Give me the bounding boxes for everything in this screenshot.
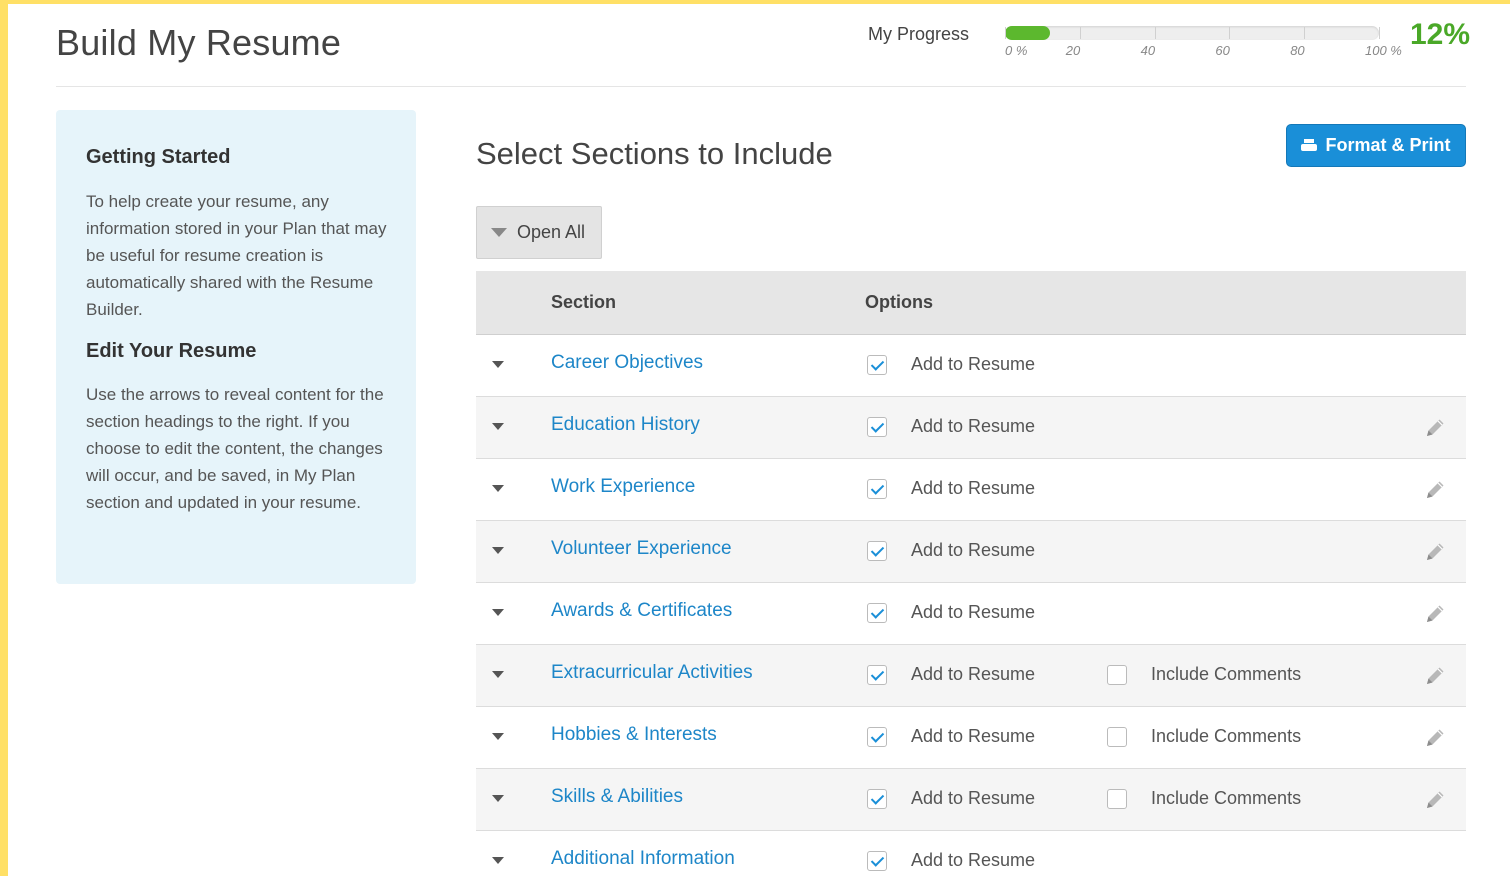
column-header-section: Section [551,292,617,312]
table-row: Education History Add to Resume [476,397,1466,459]
section-link[interactable]: Volunteer Experience [551,538,732,560]
table-header: Section Options [476,271,1466,335]
expand-caret-icon[interactable] [492,671,504,678]
add-to-resume-label: Add to Resume [911,540,1036,560]
section-link[interactable]: Education History [551,414,700,436]
format-print-label: Format & Print [1325,135,1451,155]
sections-table: Section Options Career Objectives Add to … [476,271,1466,876]
printer-icon [1301,138,1318,153]
progress-tick-label: 20 [1065,43,1081,58]
progress-tick-mark [1379,27,1380,39]
progress-tick-mark [1229,27,1231,39]
section-link[interactable]: Work Experience [551,476,695,498]
include-comments-label: Include Comments [1151,726,1302,746]
table-row: Career Objectives Add to Resume [476,335,1466,397]
table-row: Hobbies & Interests Add to Resume Include … [476,707,1466,769]
add-to-resume-checkbox[interactable] [867,603,887,623]
table-row: Extracurricular Activities Add to Resume I… [476,645,1466,707]
add-to-resume-label: Add to Resume [911,416,1036,436]
section-link[interactable]: Skills & Abilities [551,786,683,808]
add-to-resume-label: Add to Resume [911,664,1036,684]
expand-caret-icon[interactable] [492,733,504,740]
section-link[interactable]: Career Objectives [551,352,703,374]
page-title: Build My Resume [56,22,342,63]
table-row: Awards & Certificates Add to Resume [476,583,1466,645]
getting-started-heading: Getting Started [86,146,231,168]
pencil-icon[interactable] [1423,416,1447,440]
table-row: Additional Information Add to Resume [476,831,1466,876]
section-title: Select Sections to Include [476,136,833,171]
add-to-resume-checkbox[interactable] [867,851,887,871]
table-row: Skills & Abilities Add to Resume Include C… [476,769,1466,831]
add-to-resume-checkbox[interactable] [867,665,887,685]
section-link[interactable]: Extracurricular Activities [551,662,753,684]
progress-bar [1005,26,1379,40]
add-to-resume-label: Add to Resume [911,602,1036,622]
table-body: Career Objectives Add to Resume Education … [476,335,1466,876]
expand-caret-icon[interactable] [492,857,504,864]
column-header-options: Options [865,292,933,312]
progress-tick-label: 60 [1215,43,1230,58]
section-link[interactable]: Additional Information [551,848,735,870]
progress-label: My Progress [868,24,970,44]
add-to-resume-label: Add to Resume [911,850,1036,870]
expand-caret-icon[interactable] [492,361,504,368]
pencil-icon[interactable] [1423,664,1447,688]
section-link[interactable]: Hobbies & Interests [551,724,717,746]
progress-tick-mark [1005,27,1006,39]
add-to-resume-checkbox[interactable] [867,789,887,809]
expand-caret-icon[interactable] [492,609,504,616]
include-comments-checkbox[interactable] [1107,665,1127,685]
add-to-resume-label: Add to Resume [911,788,1036,808]
getting-started-text: To help create your resume, any informat… [86,192,387,319]
pencil-icon[interactable] [1423,540,1447,564]
include-comments-label: Include Comments [1151,664,1302,684]
expand-caret-icon[interactable] [492,795,504,802]
open-all-button[interactable]: Open All [476,206,602,259]
progress-tick-mark [1154,27,1156,39]
expand-caret-icon[interactable] [492,547,504,554]
add-to-resume-label: Add to Resume [911,726,1036,746]
expand-caret-icon[interactable] [492,423,504,430]
include-comments-label: Include Comments [1151,788,1302,808]
edit-resume-heading: Edit Your Resume [86,340,257,362]
caret-down-icon [491,228,507,237]
pencil-icon[interactable] [1423,602,1447,626]
pencil-icon[interactable] [1423,478,1447,502]
expand-caret-icon[interactable] [492,485,504,492]
page: Build My Resume My Progress 0 % 20 40 60 80 1… [8,4,1510,876]
pencil-icon[interactable] [1423,726,1447,750]
add-to-resume-checkbox[interactable] [867,541,887,561]
progress-tick-mark [1079,27,1081,39]
pencil-icon[interactable] [1423,788,1447,812]
progress-tick-label: 80 [1290,43,1305,58]
table-row: Volunteer Experience Add to Resume [476,521,1466,583]
edit-resume-text: Use the arrows to reveal content for the… [86,385,384,512]
progress-tick-mark [1304,27,1306,39]
section-link[interactable]: Awards & Certificates [551,600,732,622]
format-print-button[interactable]: Format & Print [1286,124,1466,167]
progress-tick-label: 0 % [1005,43,1028,58]
include-comments-checkbox[interactable] [1107,727,1127,747]
add-to-resume-label: Add to Resume [911,354,1036,374]
progress-tick-label: 100 % [1365,43,1402,58]
progress-fill [1005,26,1050,40]
add-to-resume-label: Add to Resume [911,478,1036,498]
progress-tick-label: 40 [1140,43,1156,58]
help-panel: Getting Started To help create your resu… [56,110,416,584]
add-to-resume-checkbox[interactable] [867,479,887,499]
header-divider [56,86,1466,87]
header: Build My Resume My Progress 0 % 20 40 60 80 1… [8,4,1510,87]
progress-value: 12% [1410,18,1471,51]
table-row: Work Experience Add to Resume [476,459,1466,521]
include-comments-checkbox[interactable] [1107,789,1127,809]
open-all-label: Open All [517,222,586,242]
add-to-resume-checkbox[interactable] [867,355,887,375]
add-to-resume-checkbox[interactable] [867,727,887,747]
add-to-resume-checkbox[interactable] [867,417,887,437]
